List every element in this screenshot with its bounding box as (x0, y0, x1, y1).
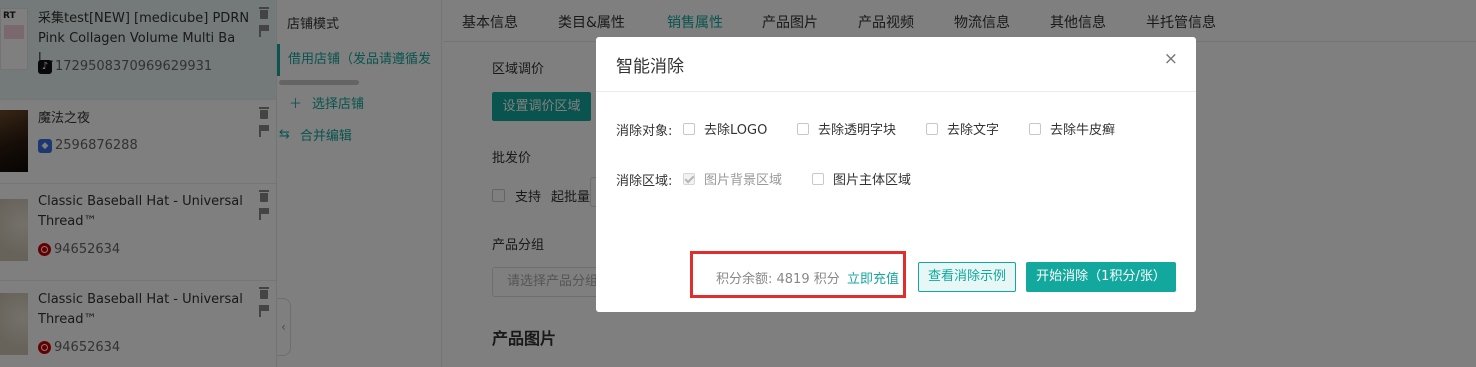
points-balance: 积分余额: 4819 积分 (716, 272, 840, 287)
option-label: 图片主体区域 (833, 173, 912, 188)
option-label: 图片背景区域 (704, 173, 783, 188)
option-label: 去除牛皮癣 (1050, 123, 1116, 138)
checkbox[interactable] (683, 172, 695, 185)
option-remove-text[interactable]: 去除文字 (926, 119, 999, 138)
recharge-link[interactable]: 立即充值 (847, 268, 899, 287)
checkbox[interactable] (926, 122, 938, 135)
option-label: 去除透明字块 (818, 123, 897, 138)
start-erase-button[interactable]: 开始消除（1积分/张） (1026, 262, 1176, 292)
smart-erase-dialog: 智能消除 × 消除对象: 去除LOGO 去除透明字块 去除文字 去除牛皮癣 消除… (596, 37, 1196, 312)
view-example-button[interactable]: 查看消除示例 (918, 262, 1016, 292)
option-remove-transparent-text-block[interactable]: 去除透明字块 (797, 119, 896, 138)
checkbox[interactable] (797, 122, 809, 135)
checkbox[interactable] (683, 122, 695, 135)
erase-region-label: 消除区域: (616, 174, 673, 189)
option-label: 去除文字 (947, 123, 1000, 138)
checkbox[interactable] (1029, 122, 1041, 135)
close-icon[interactable]: × (1164, 49, 1178, 69)
dialog-title: 智能消除 (616, 57, 684, 77)
option-label: 去除LOGO (704, 123, 768, 138)
option-remove-psoriasis-ads[interactable]: 去除牛皮癣 (1029, 119, 1115, 138)
option-remove-logo[interactable]: 去除LOGO (683, 119, 767, 138)
option-subject-region[interactable]: 图片主体区域 (812, 169, 911, 188)
checkbox[interactable] (812, 172, 824, 185)
erase-target-label: 消除对象: (616, 124, 673, 139)
dialog-header: 智能消除 × (596, 37, 1196, 92)
option-background-region[interactable]: 图片背景区域 (683, 169, 782, 188)
